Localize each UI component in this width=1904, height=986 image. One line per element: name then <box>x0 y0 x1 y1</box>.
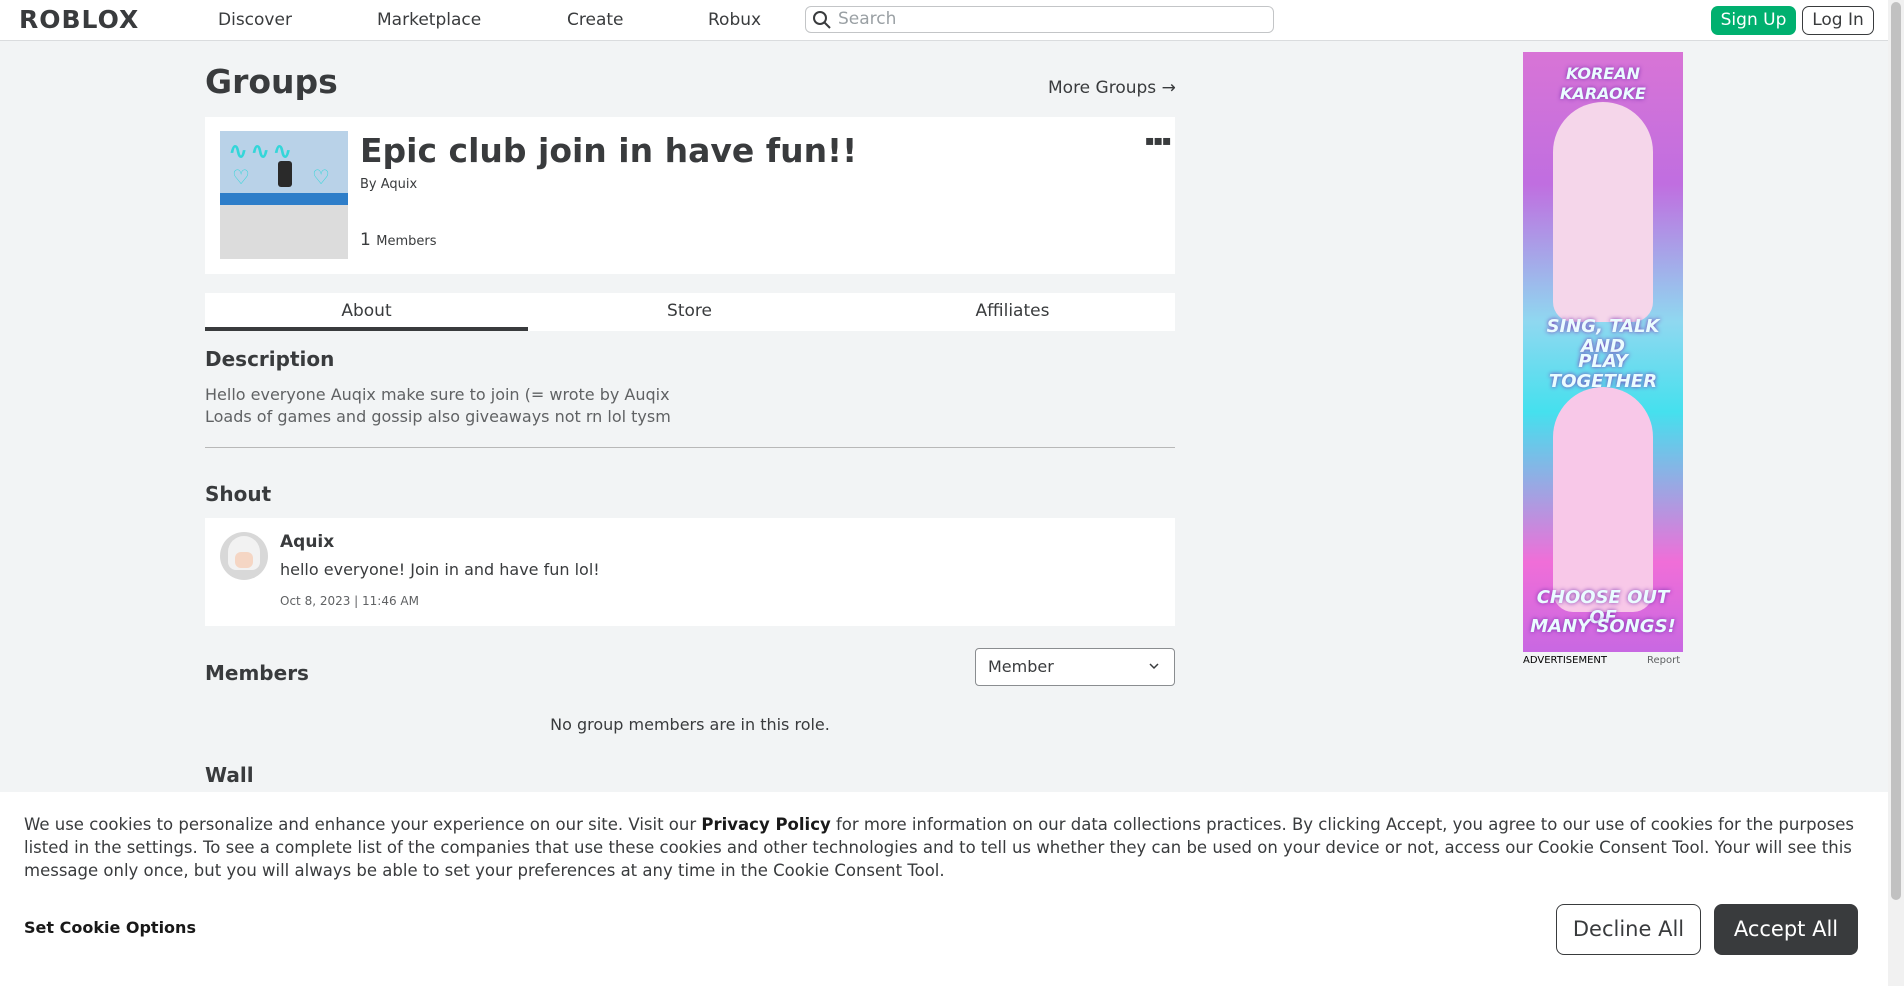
more-groups-link[interactable]: More Groups → <box>1048 78 1176 98</box>
tab-about[interactable]: About <box>205 293 528 331</box>
page-title: Groups <box>205 62 338 101</box>
avatar[interactable] <box>220 532 268 580</box>
ad-mid-line-2: PLAY TOGETHER <box>1548 351 1658 392</box>
emblem-scribble: ∿∿∿ <box>228 137 295 165</box>
nav-robux[interactable]: Robux <box>708 10 761 30</box>
group-name: Epic club join in have fun!! <box>360 131 858 170</box>
scrollbar-thumb[interactable] <box>1891 2 1901 900</box>
nav-marketplace[interactable]: Marketplace <box>377 10 481 30</box>
group-header-card: ∿∿∿ ♡ ♡ Epic club join in have fun!! By … <box>205 117 1175 274</box>
decline-all-button[interactable]: Decline All <box>1556 904 1701 955</box>
shout-message: hello everyone! Join in and have fun lol… <box>280 560 600 579</box>
avatar-face <box>235 552 253 568</box>
group-emblem-image: ∿∿∿ ♡ ♡ <box>220 131 348 259</box>
cookie-notice-text: We use cookies to personalize and enhanc… <box>24 813 1864 882</box>
shout-timestamp: Oct 8, 2023 | 11:46 AM <box>280 594 419 608</box>
log-in-button[interactable]: Log In <box>1802 6 1874 35</box>
members-heading: Members <box>205 661 309 685</box>
emblem-floor <box>220 193 348 205</box>
ad-character-top <box>1553 102 1653 322</box>
heart-icon: ♡ <box>232 165 250 189</box>
shout-heading: Shout <box>205 482 272 506</box>
accept-all-button[interactable]: Accept All <box>1714 904 1858 955</box>
ad-character-bottom <box>1553 387 1653 612</box>
set-cookie-options-link[interactable]: Set Cookie Options <box>24 918 196 937</box>
advertisement-banner[interactable]: KOREAN KARAOKE SING, TALK AND PLAY TOGET… <box>1523 52 1683 652</box>
tab-store[interactable]: Store <box>528 293 851 331</box>
group-owner-link[interactable]: Aquix <box>381 177 417 192</box>
section-divider <box>205 447 1175 448</box>
privacy-policy-link[interactable]: Privacy Policy <box>701 815 830 834</box>
report-ad-link[interactable]: Report <box>1647 655 1680 666</box>
search-icon <box>813 11 831 29</box>
group-member-count: 1 Members <box>360 230 436 250</box>
ad-headline: KOREAN KARAOKE <box>1560 64 1646 103</box>
role-select-value: Member <box>988 657 1054 676</box>
advertisement-label: ADVERTISEMENT <box>1523 655 1608 666</box>
no-members-message: No group members are in this role. <box>550 715 830 734</box>
nav-create[interactable]: Create <box>567 10 624 30</box>
ad-bottom-line-2: MANY SONGS! <box>1530 616 1676 637</box>
group-description: Hello everyone Auqix make sure to join (… <box>205 384 671 428</box>
description-heading: Description <box>205 347 335 371</box>
sign-up-button[interactable]: Sign Up <box>1711 6 1796 35</box>
shout-card: Aquix hello everyone! Join in and have f… <box>205 518 1175 626</box>
search-box[interactable] <box>805 6 1274 33</box>
group-owner-line: By Aquix <box>360 177 417 192</box>
more-options-icon[interactable]: ▪▪▪ <box>1145 133 1171 149</box>
tab-affiliates[interactable]: Affiliates <box>851 293 1174 331</box>
page-scrollbar[interactable] <box>1888 0 1904 986</box>
by-label: By <box>360 177 377 192</box>
nav-discover[interactable]: Discover <box>218 10 292 30</box>
heart-icon: ♡ <box>312 165 330 189</box>
wall-heading: Wall <box>205 763 254 787</box>
top-navigation-bar: ROBLOX Discover Marketplace Create Robux… <box>0 0 1888 41</box>
chevron-down-icon <box>1149 663 1159 670</box>
member-count-label: Members <box>376 234 437 249</box>
search-input[interactable] <box>838 8 1258 30</box>
description-line: Loads of games and gossip also giveaways… <box>205 407 671 426</box>
cookie-text-part: We use cookies to personalize and enhanc… <box>24 815 702 834</box>
cookie-consent-banner: We use cookies to personalize and enhanc… <box>0 792 1888 986</box>
role-select-dropdown[interactable]: Member <box>975 648 1175 686</box>
description-line: Hello everyone Auqix make sure to join (… <box>205 385 670 404</box>
member-count-value: 1 <box>360 230 371 250</box>
roblox-logo[interactable]: ROBLOX <box>19 7 139 33</box>
shout-username-link[interactable]: Aquix <box>280 532 334 552</box>
group-tabs: About Store Affiliates <box>205 293 1175 331</box>
